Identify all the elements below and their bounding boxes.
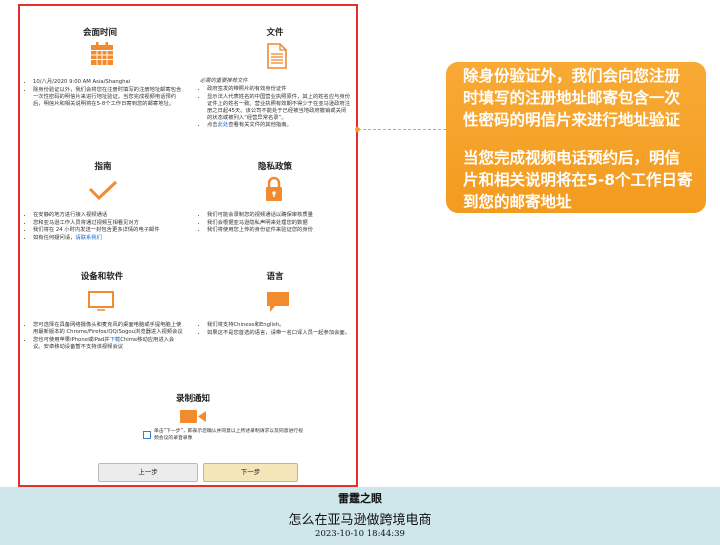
prev-step-button[interactable]: 上一步 bbox=[98, 463, 198, 482]
document-icon bbox=[267, 43, 287, 69]
list-item: 显示法人代表姓名的中国营业执照原件，其上的姓名应与身份证件上的姓名一致。营业执照… bbox=[207, 94, 351, 122]
guide-list: 在安静的地方进行接入视频通话 您和亚马逊工作人员将通过视频互相看见对方 我们将在… bbox=[26, 212, 183, 242]
list-item: 在安静的地方进行接入视频通话 bbox=[33, 212, 183, 219]
language-list: 我们将支持Chinese和English。 如果这不是您首选的语言，请带一名口译… bbox=[200, 322, 351, 337]
documents-guide-link[interactable]: 此处 bbox=[218, 122, 229, 128]
calendar-icon bbox=[91, 42, 113, 65]
list-item: 我们将支持Chinese和English。 bbox=[207, 322, 351, 329]
list-item: 我们将在 24 小时内发送一封包含更多详情的电子邮件 bbox=[33, 227, 183, 234]
list-item: 我们会根据亚马逊隐私声明来处理您的数据 bbox=[207, 220, 351, 227]
meeting-time-list: 10/八月/2020 9:00 AM Asia/Shanghai 除身份验证以外… bbox=[26, 79, 183, 108]
list-item: 10/八月/2020 9:00 AM Asia/Shanghai bbox=[33, 79, 183, 86]
recording-title: 录制通知 bbox=[175, 394, 210, 404]
list-item: 如有任何疑问请，请联系我们 bbox=[33, 235, 183, 242]
language-title: 语言 bbox=[266, 272, 284, 282]
recording-consent-checkbox[interactable] bbox=[143, 431, 151, 439]
privacy-title: 隐私政策 bbox=[257, 162, 292, 172]
list-item: 点击此处查看有关文件的其他指南。 bbox=[207, 122, 351, 129]
documents-subtitle: 必需的重要推荐文件 bbox=[200, 78, 248, 84]
recording-consent-text: 单击“下一步”，即表示您确认并同意以上所述录制请求以及同意进行视频会议的录音录像 bbox=[154, 429, 303, 441]
list-item: 我们可能会录制您的视频通话以确保审核质量 bbox=[207, 212, 351, 219]
contact-prefix: 如有任何疑问请， bbox=[33, 234, 76, 241]
footer-title: 怎么在亚马逊做跨境电商 bbox=[288, 513, 432, 528]
callout-paragraph: 除身份验证外，我们会向您注册时填写的注册地址邮寄包含一次性密码的明信片来进行地址… bbox=[463, 67, 681, 129]
list-item: 您可选择在具备网络摄像头和麦克风的桌面电脑或手提电脑上使用最新版本的 Chrom… bbox=[33, 322, 183, 336]
documents-link-suffix: 查看有关文件的其他指南。 bbox=[228, 122, 292, 128]
list-item: 除身份验证以外，我们会将您在注册时填写的注册地址邮寄包含一次性密码的明信片来进行… bbox=[33, 87, 183, 108]
list-item: 我们将使用您上传的身份证件来验证您的身份 bbox=[207, 227, 351, 234]
lock-icon bbox=[266, 176, 282, 201]
documents-list: 政府签发的带照片的有效身份证件 显示法人代表姓名的中国营业执照原件，其上的姓名应… bbox=[200, 86, 351, 130]
footer-brand: 雷霆之眼 bbox=[338, 492, 382, 505]
footer-banner: 雷霆之眼 怎么在亚马逊做跨境电商 2023-10-10 18:44:39 bbox=[0, 487, 720, 545]
devices-list: 您可选择在具备网络摄像头和麦克风的桌面电脑或手提电脑上使用最新版本的 Chrom… bbox=[26, 322, 183, 351]
guide-title: 指南 bbox=[94, 162, 112, 172]
chat-icon bbox=[267, 292, 289, 312]
list-item: 您和亚马逊工作人员将通过视频互相看见对方 bbox=[33, 220, 183, 227]
download-chime-link[interactable]: 下载 bbox=[110, 337, 121, 343]
list-item: 您也可使用苹果iPhone或iPad并下载Chime移动应用进入会议。安卓移动设… bbox=[33, 337, 183, 351]
devices-title: 设备和软件 bbox=[80, 272, 124, 282]
next-step-button[interactable]: 下一步 bbox=[203, 463, 298, 482]
monitor-icon bbox=[88, 291, 114, 311]
footer-timestamp: 2023-10-10 18:44:39 bbox=[315, 529, 405, 539]
contact-us-link[interactable]: 请联系我们 bbox=[75, 235, 102, 241]
annotation-callout: 除身份验证外，我们会向您注册时填写的注册地址邮寄包含一次性密码的明信片来进行地址… bbox=[446, 62, 706, 213]
privacy-list: 我们可能会录制您的视频通话以确保审核质量 我们会根据亚马逊隐私声明来处理您的数据… bbox=[200, 212, 351, 235]
callout-connector-dot bbox=[355, 127, 360, 132]
meeting-time-title: 会面时间 bbox=[82, 28, 117, 38]
documents-link-prefix: 点击 bbox=[207, 122, 218, 128]
verification-panel: 会面时间 10/八月/2020 9:00 AM Asia/Shanghai 除身… bbox=[18, 4, 358, 487]
documents-title: 文件 bbox=[266, 28, 284, 38]
checkmark-icon bbox=[88, 180, 118, 200]
callout-connector-line bbox=[358, 129, 446, 130]
app-prefix: 您也可使用苹果iPhone或iPad并 bbox=[33, 336, 110, 343]
video-camera-icon bbox=[180, 410, 206, 423]
list-item: 如果这不是您首选的语言，请带一名口译人员一起参加会面。 bbox=[207, 330, 351, 337]
callout-paragraph: 当您完成视频电话预约后，明信片和相关说明将在5-8个工作日寄到您的邮寄地址 bbox=[463, 149, 693, 211]
list-item: 政府签发的带照片的有效身份证件 bbox=[207, 86, 351, 93]
